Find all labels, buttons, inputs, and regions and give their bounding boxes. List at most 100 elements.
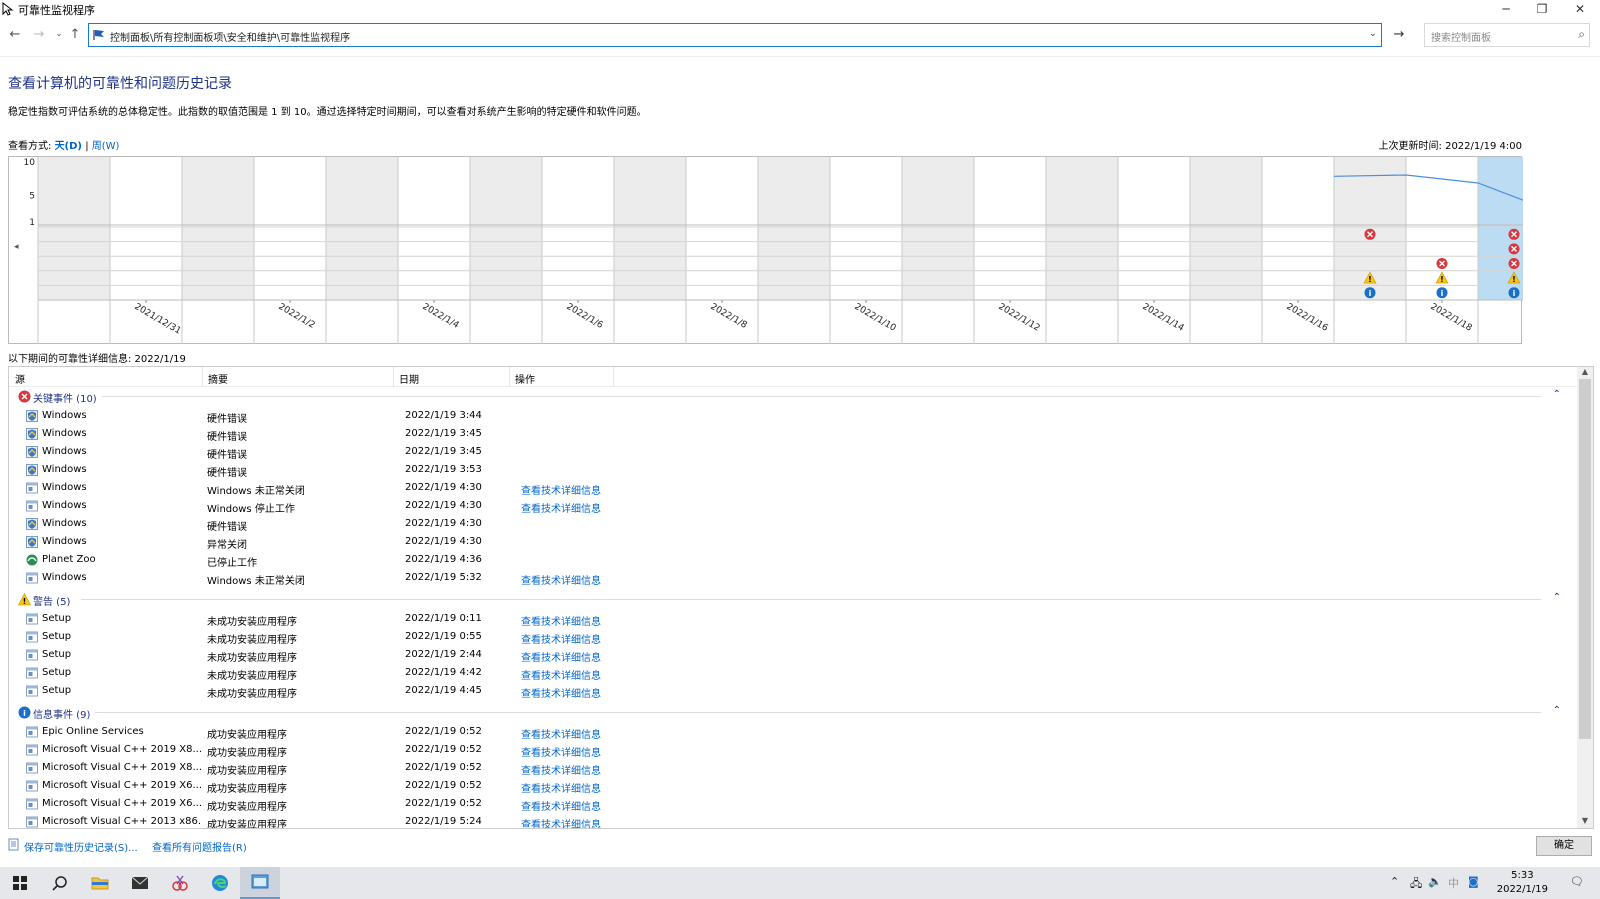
view-technical-details-link[interactable]: 查看技术详细信息: [521, 762, 601, 777]
table-row[interactable]: Windows 硬件错误 2022/1/19 3:45: [9, 425, 1577, 443]
close-button[interactable]: ✕: [1562, 0, 1598, 18]
notification-icon[interactable]: 🗨: [1570, 875, 1584, 888]
application-window-icon: [26, 685, 38, 697]
table-row[interactable]: Windows Windows 未正常关闭 2022/1/19 5:32 查看技术详细…: [9, 569, 1577, 587]
event-group-header[interactable]: i 信息事件 (9) ⌃: [9, 703, 1577, 721]
table-row[interactable]: Setup 未成功安装应用程序 2022/1/19 4:42 查看技术详细信息: [9, 664, 1577, 682]
row-summary: 未成功安装应用程序: [207, 689, 297, 700]
address-bar[interactable]: 控制面板\所有控制面板项\安全和维护\可靠性监视程序 ⌄: [88, 23, 1382, 47]
search-box[interactable]: 搜索控制面板 ⌕: [1424, 23, 1590, 47]
table-row[interactable]: Microsoft Visual C++ 2019 X8... 成功安装应用程序 2…: [9, 759, 1577, 777]
table-row[interactable]: Microsoft Visual C++ 2019 X8... 成功安装应用程序 2…: [9, 741, 1577, 759]
edge-browser-button[interactable]: [200, 867, 240, 899]
application-window-icon: [26, 667, 38, 679]
row-source: Setup: [42, 667, 72, 678]
table-row[interactable]: Microsoft Visual C++ 2019 X6... 成功安装应用程序 2…: [9, 795, 1577, 813]
event-group-header[interactable]: ! 警告 (5) ⌃: [9, 590, 1577, 608]
scroll-left-icon: ◂: [14, 242, 19, 252]
table-row[interactable]: Epic Online Services 成功安装应用程序 2022/1/19 0:…: [9, 723, 1577, 741]
collapse-group-icon[interactable]: ⌃: [1553, 389, 1561, 400]
view-technical-details-link[interactable]: 查看技术详细信息: [521, 798, 601, 813]
folder-icon: [91, 877, 109, 890]
group-divider: [102, 396, 1541, 397]
view-day-link[interactable]: 天(D): [55, 141, 82, 152]
row-date: 2022/1/19 4:30: [405, 482, 482, 493]
row-source: Windows: [42, 464, 87, 475]
table-row[interactable]: Setup 未成功安装应用程序 2022/1/19 0:11 查看技术详细信息: [9, 610, 1577, 628]
windows-shield-icon: [26, 536, 38, 548]
snipping-tool-button[interactable]: [160, 867, 200, 899]
table-row[interactable]: Setup 未成功安装应用程序 2022/1/19 4:45 查看技术详细信息: [9, 682, 1577, 700]
table-row[interactable]: Setup 未成功安装应用程序 2022/1/19 0:55 查看技术详细信息: [9, 628, 1577, 646]
table-row[interactable]: Windows 硬件错误 2022/1/19 3:44: [9, 407, 1577, 425]
table-row[interactable]: Microsoft Visual C++ 2019 X6... 成功安装应用程序 2…: [9, 777, 1577, 795]
view-week-link[interactable]: 周(W): [92, 141, 120, 152]
view-all-reports-link[interactable]: 查看所有问题报告(R): [152, 839, 247, 854]
x-tick-label: 2022/1/14: [1141, 302, 1186, 334]
view-technical-details-link[interactable]: 查看技术详细信息: [521, 726, 601, 741]
go-button[interactable]: →: [1388, 23, 1410, 47]
taskbar-search-button[interactable]: [40, 867, 80, 899]
defender-icon[interactable]: ◙: [1468, 875, 1479, 888]
minimize-button[interactable]: ─: [1488, 0, 1524, 18]
network-icon[interactable]: 🖧: [1410, 875, 1422, 894]
forward-button[interactable]: →: [30, 27, 48, 42]
volume-icon[interactable]: 🔈: [1428, 875, 1442, 888]
error-icon: [18, 390, 31, 403]
view-technical-details-link[interactable]: 查看技术详细信息: [521, 685, 601, 700]
address-dropdown-icon[interactable]: ⌄: [1369, 28, 1377, 39]
scroll-up-icon[interactable]: ▲: [1577, 367, 1593, 379]
save-history-link[interactable]: 保存可靠性历史记录(S)...: [24, 839, 138, 854]
collapse-group-icon[interactable]: ⌃: [1553, 592, 1561, 603]
view-technical-details-link[interactable]: 查看技术详细信息: [521, 482, 601, 497]
system-clock[interactable]: 5:33 2022/1/19: [1497, 869, 1548, 897]
reliability-chart[interactable]: 10 5 1 ◂! i! i! i 2021/12/31 2022/1/2 2022/1/4 202…: [8, 156, 1600, 344]
view-technical-details-link[interactable]: 查看技术详细信息: [521, 572, 601, 587]
view-technical-details-link[interactable]: 查看技术详细信息: [521, 816, 601, 828]
vertical-scrollbar[interactable]: ▲ ▼: [1577, 367, 1593, 828]
show-hidden-icons[interactable]: ⌃: [1390, 875, 1399, 888]
row-summary: 硬件错误: [207, 468, 247, 479]
row-summary: 未成功安装应用程序: [207, 635, 297, 646]
last-updated: 上次更新时间: 2022/1/19 4:00: [1378, 141, 1522, 152]
group-divider: [95, 712, 1541, 713]
table-row[interactable]: Windows 硬件错误 2022/1/19 3:53: [9, 461, 1577, 479]
view-technical-details-link[interactable]: 查看技术详细信息: [521, 649, 601, 664]
ok-button[interactable]: 确定: [1536, 836, 1592, 856]
back-button[interactable]: ←: [6, 27, 24, 42]
file-explorer-button[interactable]: [80, 867, 120, 899]
y-tick-label: 1: [29, 218, 35, 228]
mail-button[interactable]: [120, 867, 160, 899]
day-column: [1262, 157, 1334, 300]
table-row[interactable]: Windows 硬件错误 2022/1/19 3:45: [9, 443, 1577, 461]
table-row[interactable]: Windows Windows 停止工作 2022/1/19 4:30 查看技术详细信…: [9, 497, 1577, 515]
control-panel-taskbar-button[interactable]: [240, 867, 280, 899]
scroll-down-icon[interactable]: ▼: [1577, 816, 1593, 828]
windows-shield-icon: [26, 428, 38, 440]
view-technical-details-link[interactable]: 查看技术详细信息: [521, 613, 601, 628]
restore-button[interactable]: ❐: [1524, 0, 1560, 18]
table-row[interactable]: Windows 异常关闭 2022/1/19 4:30: [9, 533, 1577, 551]
table-row[interactable]: Planet Zoo 已停止工作 2022/1/19 4:36: [9, 551, 1577, 569]
view-technical-details-link[interactable]: 查看技术详细信息: [521, 667, 601, 682]
table-row[interactable]: Windows Windows 未正常关闭 2022/1/19 4:30 查看技术详细…: [9, 479, 1577, 497]
row-date: 2022/1/19 5:24: [405, 816, 482, 827]
row-source: Setup: [42, 649, 72, 660]
application-window-icon: [26, 649, 38, 661]
view-technical-details-link[interactable]: 查看技术详细信息: [521, 780, 601, 795]
view-technical-details-link[interactable]: 查看技术详细信息: [521, 631, 601, 646]
table-row[interactable]: Windows 硬件错误 2022/1/19 4:30: [9, 515, 1577, 533]
event-group-header[interactable]: 关键事件 (10) ⌃: [9, 387, 1577, 405]
ime-icon[interactable]: 中: [1448, 875, 1459, 891]
row-source: Windows: [42, 446, 87, 457]
view-technical-details-link[interactable]: 查看技术详细信息: [521, 500, 601, 515]
start-button[interactable]: [0, 867, 40, 899]
collapse-group-icon[interactable]: ⌃: [1553, 705, 1561, 716]
table-row[interactable]: Setup 未成功安装应用程序 2022/1/19 2:44 查看技术详细信息: [9, 646, 1577, 664]
row-summary: 硬件错误: [207, 414, 247, 425]
up-button[interactable]: ↑: [66, 27, 84, 42]
scrollbar-thumb[interactable]: [1579, 379, 1591, 739]
table-row[interactable]: Microsoft Visual C++ 2013 x86... 成功安装应用程序…: [9, 813, 1577, 828]
view-technical-details-link[interactable]: 查看技术详细信息: [521, 744, 601, 759]
window-title: 可靠性监视程序: [18, 4, 95, 17]
